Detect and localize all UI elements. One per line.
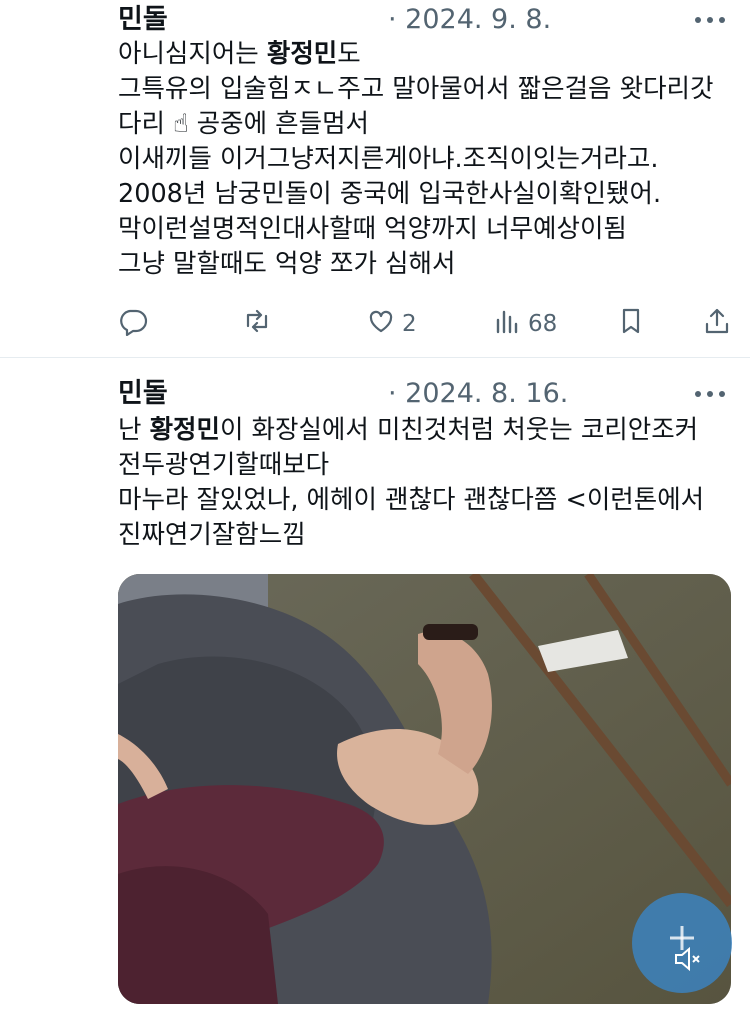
tweet-line: 진짜연기잘함느낌 [118,520,306,550]
like-count: 2 [402,311,417,337]
reply-button[interactable] [118,304,148,344]
timeline-feed: 민돌 · 2024. 9. 8. 아니심지어는 황정민도 그특유의 입술힘ㅈㄴ주… [0,0,750,1012]
tweet-line: 난 황정민이 화장실에서 미친것처럼 처웃는 코리안조커 [118,415,699,445]
author-name[interactable]: 민돌 [118,376,168,412]
reply-icon [118,306,148,342]
tweet-line: 전두광연기할때보다 [118,450,330,480]
share-icon [702,306,732,342]
tweet-header: 민돌 · 2024. 9. 8. [118,2,730,38]
bookmark-button[interactable] [616,304,646,344]
mute-button[interactable] [632,893,732,993]
tweet-line: 아니심지어는 황정민도 [118,39,361,69]
retweet-button[interactable] [242,304,272,344]
heart-icon [366,306,396,342]
tweet-action-bar: 2 68 [118,304,738,344]
bar-chart-icon [492,306,522,342]
tweet-text: 난 황정민이 화장실에서 미친것처럼 처웃는 코리안조커 전두광연기할때보다 마… [118,413,738,553]
tweet-line: 마누라 잘있었나, 에헤이 괜찮다 괜찮다쯤 <이런톤에서 [118,485,705,515]
like-button[interactable]: 2 [366,304,417,344]
more-dots-icon[interactable] [690,380,730,408]
author-name[interactable]: 민돌 [118,2,168,38]
tweet-date[interactable]: · 2024. 9. 8. [388,2,551,38]
bookmark-icon [616,306,646,342]
tweet-line: 2008년 남궁민돌이 중국에 입국한사실이확인됐어. [118,179,662,209]
tweet-line: 막이런설명적인대사할때 억양까지 너무예상이됨 [118,214,627,244]
tweet-line: 그특유의 입술힘ㅈㄴ주고 말아물어서 짧은걸음 왓다리갓 [118,74,714,104]
share-button[interactable] [702,304,732,344]
tweet-date[interactable]: · 2024. 8. 16. [388,376,568,412]
more-dots-icon[interactable] [690,6,730,34]
tweet-header: 민돌 · 2024. 8. 16. [118,376,730,412]
retweet-icon [242,306,272,342]
tweet-line: 그냥 말할때도 억양 쪼가 심해서 [118,249,456,279]
tweet[interactable]: 민돌 · 2024. 9. 8. 아니심지어는 황정민도 그특유의 입술힘ㅈㄴ주… [0,0,750,358]
views-button[interactable]: 68 [492,304,557,344]
speaker-muted-icon [632,926,732,997]
views-count: 68 [528,311,558,337]
tweet-text: 아니심지어는 황정민도 그특유의 입술힘ㅈㄴ주고 말아물어서 짧은걸음 왓다리갓… [118,37,738,282]
tweet-line: 이새끼들 이거그냥저지른게아냐.조직이잇는거라고. [118,144,659,174]
tweet-line: 다리 ☝ 공중에 흔들멈서 [118,109,369,139]
